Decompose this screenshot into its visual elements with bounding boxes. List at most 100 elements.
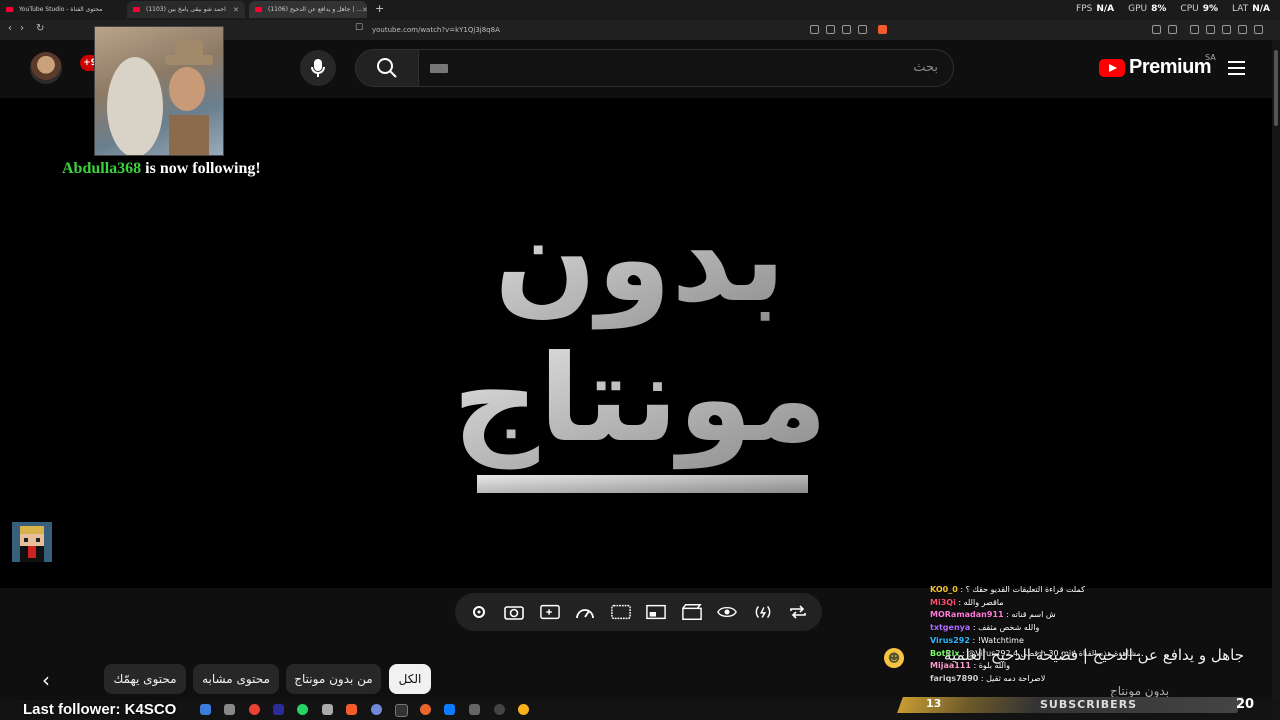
taskbar-app-icon[interactable] bbox=[420, 704, 431, 715]
chat-message: fariqs7890 : لاصراحة دمه ثقيل bbox=[930, 673, 1046, 683]
subscriber-goal-label: SUBSCRIBERS bbox=[1040, 698, 1138, 711]
bookmark-icon[interactable]: ☐ bbox=[355, 23, 363, 33]
youtube-favicon-icon bbox=[255, 7, 262, 12]
browser-tab-video-1[interactable]: (1103) احمد شو بيقى يامخ بين ✕ bbox=[127, 1, 245, 18]
obs-icon[interactable] bbox=[494, 704, 505, 715]
taskbar-app-icon[interactable] bbox=[224, 704, 235, 715]
video-title: جاهل و يدافع عن الدحيح | فضيحة الدحيح ال… bbox=[943, 646, 1244, 664]
ai-enhance-icon[interactable] bbox=[539, 602, 560, 622]
player-control-bar bbox=[455, 593, 822, 631]
discord-icon[interactable] bbox=[371, 704, 382, 715]
tab-label: (1106) جاهل و يدافع عن الدحيح | ... bbox=[268, 6, 362, 13]
settings-icon[interactable] bbox=[469, 602, 489, 622]
menu-icon[interactable] bbox=[1254, 25, 1263, 34]
chip-related[interactable]: محتوى مشابه bbox=[193, 664, 279, 694]
tab-label: YouTube Studio - محتوى القناة bbox=[19, 6, 103, 13]
youtube-premium-logo[interactable]: Premium bbox=[1099, 56, 1212, 79]
back-icon[interactable]: ‹ bbox=[8, 23, 12, 34]
extension-icon[interactable] bbox=[1190, 25, 1199, 34]
loop-icon[interactable] bbox=[788, 602, 808, 622]
chips-prev-icon[interactable]: ‹ bbox=[42, 668, 50, 692]
follower-alert-text: Abdulla368 is now following! bbox=[62, 160, 261, 178]
taskbar-app-icon[interactable] bbox=[444, 704, 455, 715]
browser-tab-studio[interactable]: YouTube Studio - محتوى القناة bbox=[0, 1, 120, 18]
chrome-icon[interactable] bbox=[249, 704, 260, 715]
subscriber-goal-target: 20 bbox=[1236, 697, 1255, 712]
screenshot-icon[interactable] bbox=[504, 602, 525, 622]
mic-icon bbox=[311, 59, 325, 77]
follower-alert-image bbox=[94, 26, 224, 156]
search-input[interactable] bbox=[418, 49, 954, 87]
pixel-art-avatar bbox=[12, 522, 52, 562]
chip-from-channel[interactable]: من بدون مونتاج bbox=[286, 664, 381, 694]
url-field[interactable]: youtube.com/watch?v=kY1Qj3j8q8A bbox=[372, 23, 500, 37]
avatar[interactable] bbox=[30, 52, 62, 84]
youtube-play-icon bbox=[1099, 58, 1125, 77]
last-follower-label: Last follower: K4SCO bbox=[23, 701, 177, 718]
channel-logo: بدون مونتاج bbox=[452, 190, 828, 493]
smile-emoji-icon: ☻ bbox=[884, 648, 904, 668]
chat-message: txtgenya : والله شخص مثقف bbox=[930, 623, 1040, 633]
premiere-icon[interactable] bbox=[273, 704, 284, 715]
speed-icon[interactable] bbox=[575, 602, 595, 622]
youtube-favicon-icon bbox=[6, 7, 13, 12]
logo-underline bbox=[477, 475, 808, 493]
browser-tab-video-2[interactable]: (1106) جاهل و يدافع عن الدحيح | ... ✕ bbox=[249, 1, 367, 18]
chip-all[interactable]: الكل bbox=[389, 664, 431, 694]
keyboard-icon[interactable] bbox=[430, 64, 448, 73]
extension-icon[interactable] bbox=[1206, 25, 1215, 34]
search-button[interactable] bbox=[355, 49, 419, 87]
hamburger-menu-icon[interactable] bbox=[1228, 61, 1245, 79]
channel-name-faint: بدون مونتاج bbox=[1110, 684, 1170, 698]
translate-icon[interactable] bbox=[826, 25, 835, 34]
taskbar-app-icon[interactable] bbox=[200, 704, 211, 715]
share-icon[interactable] bbox=[858, 25, 867, 34]
extension-icon[interactable] bbox=[1168, 25, 1177, 34]
extension-icon[interactable] bbox=[1152, 25, 1161, 34]
search-placeholder: بحث bbox=[913, 60, 938, 75]
page-scrollbar[interactable] bbox=[1272, 40, 1280, 720]
tab-label: (1103) احمد شو بيقى يامخ بين bbox=[146, 6, 226, 13]
chat-message: MORamadan911 : ش اسم قناته bbox=[930, 610, 1056, 620]
extension-icon[interactable] bbox=[1238, 25, 1247, 34]
pixel-character-icon bbox=[20, 526, 44, 562]
subscriber-goal-current: 13 bbox=[926, 697, 942, 710]
tab-close-icon[interactable]: ✕ bbox=[362, 6, 367, 14]
region-code: SA bbox=[1205, 53, 1216, 62]
brave-icon[interactable] bbox=[346, 704, 357, 715]
audio-icon[interactable] bbox=[753, 602, 773, 622]
reload-icon[interactable]: ↻ bbox=[36, 23, 44, 34]
search-icon bbox=[377, 58, 397, 78]
logo-line-1: بدون bbox=[494, 190, 785, 330]
tab-close-icon[interactable]: ✕ bbox=[233, 6, 239, 14]
eye-icon[interactable] bbox=[717, 602, 738, 622]
voice-search-button[interactable] bbox=[300, 50, 336, 86]
pip-icon[interactable] bbox=[646, 602, 667, 622]
extension-icon[interactable] bbox=[810, 25, 819, 34]
extension-icon[interactable] bbox=[1222, 25, 1231, 34]
chip-recommended[interactable]: محتوى يهمّك bbox=[104, 664, 186, 694]
taskbar-app-icon[interactable] bbox=[469, 704, 480, 715]
chat-message: KO0_0 : كملت قراءة التعليقات القديو حقك … bbox=[930, 585, 1085, 594]
logo-text: Premium bbox=[1129, 56, 1212, 78]
youtube-favicon-icon bbox=[133, 7, 140, 12]
stream-chat: KO0_0 : كملت قراءة التعليقات القديو حقك … bbox=[930, 584, 1270, 686]
cpu-stat: CPU 9% bbox=[1180, 4, 1219, 14]
follower-username: Abdulla368 bbox=[62, 160, 142, 177]
brave-shield-icon[interactable] bbox=[878, 25, 887, 34]
chat-message: Mi3Qi : ماقصر والله bbox=[930, 597, 1004, 607]
subtitles-icon[interactable] bbox=[610, 602, 631, 622]
terminal-icon[interactable] bbox=[395, 704, 408, 717]
clapper-icon[interactable] bbox=[681, 602, 702, 622]
zoom-icon[interactable] bbox=[842, 25, 851, 34]
performance-stats: FPS N/A GPU 8% CPU 9% LAT N/A bbox=[1076, 4, 1270, 14]
taskbar-app-icon[interactable] bbox=[322, 704, 333, 715]
fps-stat: FPS N/A bbox=[1076, 4, 1115, 14]
scrollbar-thumb[interactable] bbox=[1274, 50, 1278, 126]
logo-line-2: مونتاج bbox=[452, 330, 827, 469]
whatsapp-icon[interactable] bbox=[297, 704, 308, 715]
forward-icon[interactable]: › bbox=[20, 23, 24, 34]
taskbar-app-icon[interactable] bbox=[518, 704, 529, 715]
follower-message: is now following! bbox=[141, 160, 261, 177]
new-tab-icon[interactable]: + bbox=[375, 2, 384, 15]
